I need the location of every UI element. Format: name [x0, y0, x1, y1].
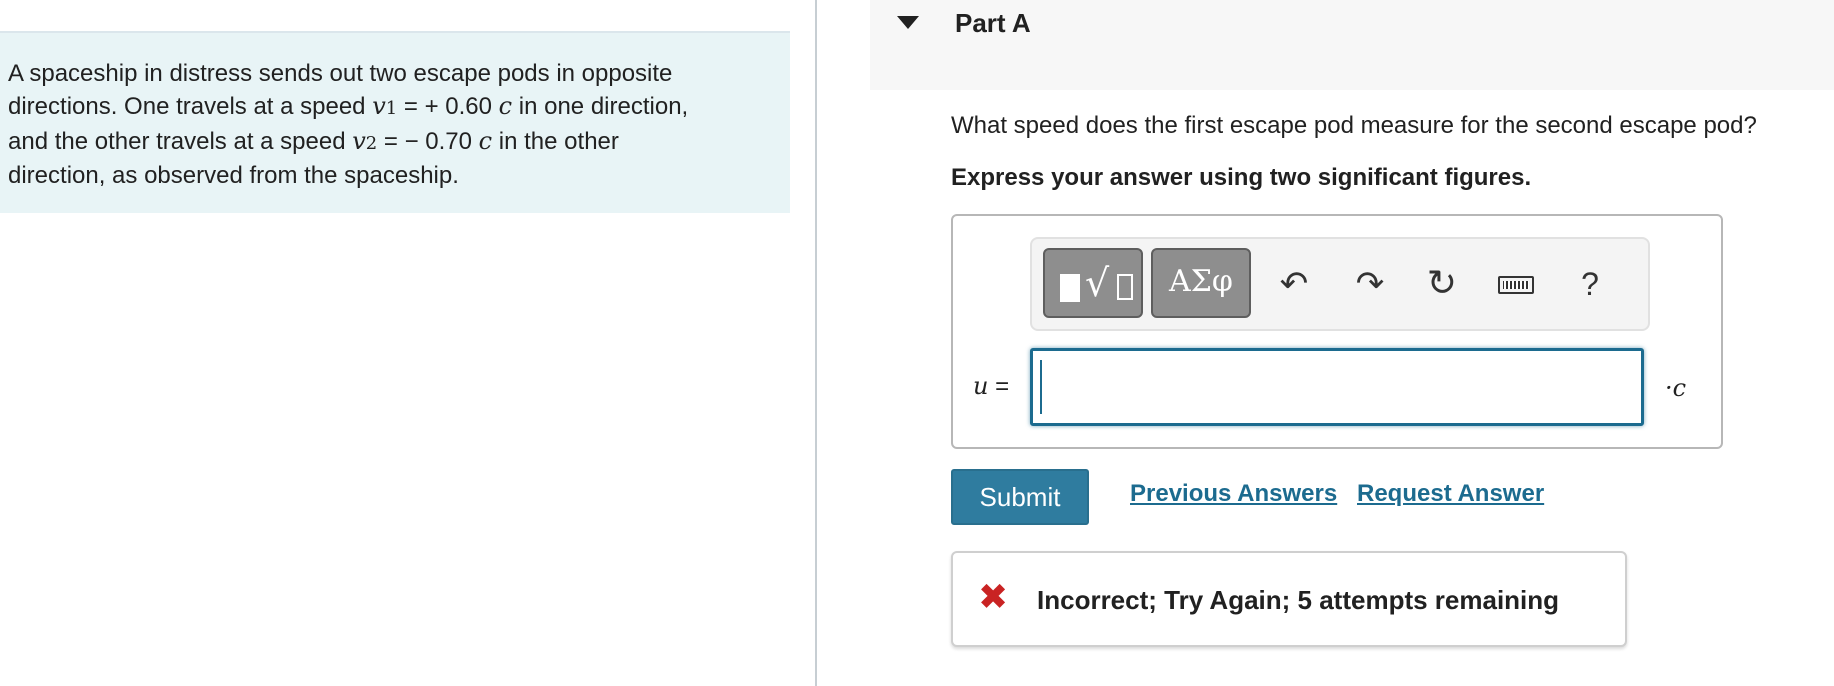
templates-icon [1060, 274, 1080, 302]
answer-label: u = [973, 372, 1009, 401]
part-title[interactable]: Part A [955, 8, 1031, 39]
problem-line-4: direction, as observed from the spaceshi… [8, 162, 459, 189]
panel-divider [815, 0, 817, 686]
help-icon[interactable]: ? [1568, 262, 1612, 306]
problem-text: in the other [492, 128, 619, 155]
answer-input[interactable] [1030, 348, 1644, 426]
v1-value: = + 0.60 [397, 93, 499, 120]
radical-icon: √ [1085, 261, 1110, 305]
problem-line-1: A spaceship in distress sends out two es… [8, 60, 673, 87]
unit-text: ·c [1665, 374, 1687, 402]
previous-answers-link[interactable]: Previous Answers [1130, 480, 1337, 508]
incorrect-x-icon: ✖ [978, 577, 1009, 618]
problem-text: in one direction, [512, 93, 689, 120]
request-answer-link[interactable]: Request Answer [1357, 480, 1544, 508]
keyboard-body [1498, 276, 1534, 294]
v1-symbol: v [372, 92, 386, 120]
feedback-text: Incorrect; Try Again; 5 attempts remaini… [1037, 585, 1560, 615]
collapse-caret-icon[interactable] [897, 16, 919, 29]
problem-text: and the other travels at a speed [8, 128, 353, 155]
instruction-text: Express your answer using two significan… [951, 164, 1532, 191]
c-symbol: c [478, 127, 493, 155]
question-text: What speed does the first escape pod mea… [951, 112, 1757, 139]
greek-letters-button[interactable]: ΑΣφ [1151, 248, 1251, 318]
v2-symbol: v [352, 127, 366, 155]
undo-icon[interactable]: ↶ [1272, 262, 1316, 306]
redo-icon[interactable]: ↷ [1348, 262, 1392, 306]
c-symbol: c [498, 92, 513, 120]
v2-value: = − 0.70 [377, 128, 479, 155]
problem-line-2: directions. One travels at a speed v1 = … [8, 90, 782, 125]
reset-icon[interactable]: ↻ [1420, 262, 1464, 306]
problem-statement: A spaceship in distress sends out two es… [0, 33, 790, 213]
v1-subscript: 1 [385, 98, 398, 119]
v2-subscript: 2 [365, 133, 378, 154]
answer-equals: = [988, 373, 1010, 400]
submit-button[interactable]: Submit [951, 469, 1089, 525]
templates-button[interactable]: √ [1043, 248, 1143, 318]
text-cursor [1040, 360, 1042, 414]
problem-line-3: and the other travels at a speed v2 = − … [8, 125, 782, 160]
answer-variable: u [973, 372, 989, 400]
problem-text: directions. One travels at a speed [8, 93, 373, 120]
unit-label: ·c [1665, 374, 1686, 403]
keyboard-icon[interactable] [1494, 262, 1538, 306]
placeholder-box-icon [1117, 274, 1133, 300]
